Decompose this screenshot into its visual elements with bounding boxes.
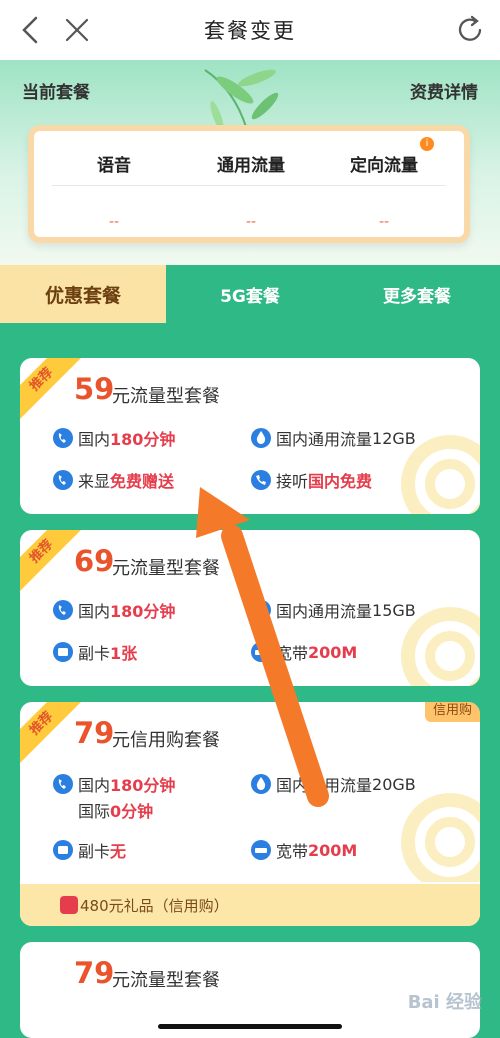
watermark-logo <box>401 793 480 882</box>
feature-highlight: 180分钟 <box>110 776 176 795</box>
watermark-text: Bai 经验 <box>407 992 482 1013</box>
feature-highlight: 180分钟 <box>110 602 176 621</box>
broadband-icon <box>251 642 271 662</box>
refresh-icon[interactable] <box>456 14 486 46</box>
phone-icon <box>53 428 73 448</box>
feature-highlight: 无 <box>110 842 127 861</box>
info-icon[interactable]: i <box>420 137 434 151</box>
plan-card-79-credit[interactable]: 推荐 信用购 79 元信用购套餐 国内 180分钟 国际 0分钟 国内通用流量 20G… <box>20 702 480 926</box>
feature-sim: 副卡 1张 <box>52 640 137 664</box>
voice-label: 语音 <box>97 156 131 176</box>
feature-text: 副卡 <box>78 644 111 663</box>
tab-more-plans[interactable]: 更多套餐 <box>334 265 500 323</box>
feature-text: 国际 <box>78 802 111 821</box>
plan-type: 元流量型套餐 <box>112 386 220 407</box>
top-bar: 套餐变更 <box>0 0 500 60</box>
gift-icon <box>60 896 78 914</box>
feature-text: 国内 <box>78 430 111 449</box>
feature-broadband: 宽带 200M <box>250 838 357 862</box>
broadband-icon <box>251 840 271 860</box>
feature-data: 国内通用流量 15GB <box>250 598 416 622</box>
feature-highlight: 200M <box>308 840 358 860</box>
feature-highlight: 20GB <box>372 774 416 794</box>
feature-highlight: 12GB <box>372 428 416 448</box>
feature-text: 宽带 <box>276 644 309 663</box>
feature-text: 国内通用流量 <box>276 430 373 449</box>
plan-summary-card: 语音 -- 通用流量 -- 定向流量 -- i <box>28 125 470 243</box>
gift-bar[interactable]: 480元礼品（信用购） <box>20 884 480 926</box>
plan-price: 69 <box>74 544 115 578</box>
current-plan-section: 当前套餐 资费详情 语音 -- 通用流量 -- 定向流量 -- i <box>0 60 500 265</box>
feature-text: 副卡 <box>78 842 111 861</box>
feature-voice: 国内 180分钟 <box>52 426 175 450</box>
close-icon[interactable] <box>62 14 92 46</box>
caller-id-icon <box>53 470 73 490</box>
current-plan-label: 当前套餐 <box>22 83 90 103</box>
general-data-label: 通用流量 <box>217 156 285 176</box>
plan-price: 59 <box>74 372 115 406</box>
feature-text: 国内 <box>78 776 111 795</box>
feature-highlight: 0分钟 <box>110 802 154 821</box>
feature-broadband: 宽带 200M <box>250 640 357 664</box>
feature-intl-voice: 国际 0分钟 <box>78 798 153 822</box>
plan-type: 元流量型套餐 <box>112 558 220 579</box>
directed-data-label: 定向流量 <box>350 156 418 176</box>
feature-answer: 接听 国内免费 <box>250 468 372 492</box>
plan-price: 79 <box>74 716 115 750</box>
phone-icon <box>53 774 73 794</box>
back-icon[interactable] <box>16 14 46 46</box>
plan-card-59[interactable]: 推荐 59 元流量型套餐 国内 180分钟 国内通用流量 12GB 来显 免费赠送 接… <box>20 358 480 514</box>
plan-type: 元流量型套餐 <box>112 970 220 991</box>
plan-card-69[interactable]: 推荐 69 元流量型套餐 国内 180分钟 国内通用流量 15GB 副卡 1张 宽带 2… <box>20 530 480 686</box>
feature-data: 国内通用流量 12GB <box>250 426 416 450</box>
feature-highlight: 免费赠送 <box>110 472 175 491</box>
feature-caller-id: 来显 免费赠送 <box>52 468 174 492</box>
page-title: 套餐变更 <box>204 19 296 43</box>
data-drop-icon <box>251 600 271 620</box>
sim-card-icon <box>53 840 73 860</box>
general-data-value: -- <box>245 214 257 230</box>
fee-details-link[interactable]: 资费详情 <box>410 78 478 103</box>
feature-data: 国内通用流量 20GB <box>250 772 416 796</box>
home-indicator[interactable] <box>158 1024 342 1029</box>
phone-icon <box>53 600 73 620</box>
feature-highlight: 200M <box>308 642 358 662</box>
credit-purchase-tag: 信用购 <box>424 702 480 722</box>
feature-text: 国内 <box>78 602 111 621</box>
feature-sim: 副卡无 <box>52 838 126 862</box>
feature-text: 国内通用流量 <box>276 602 373 621</box>
feature-highlight: 180分钟 <box>110 430 176 449</box>
feature-highlight: 国内免费 <box>308 472 373 491</box>
feature-voice: 国内 180分钟 <box>52 772 175 796</box>
plan-price: 79 <box>74 956 115 990</box>
plan-tabs: 优惠套餐 5G套餐 更多套餐 <box>0 265 500 323</box>
voice-column: 语音 -- <box>44 151 184 230</box>
feature-highlight: 15GB <box>372 600 416 620</box>
feature-text: 接听 <box>276 472 309 491</box>
answer-call-icon <box>251 470 271 490</box>
feature-voice: 国内 180分钟 <box>52 598 175 622</box>
feature-text: 国内通用流量 <box>276 776 373 795</box>
plan-type: 元信用购套餐 <box>112 730 220 751</box>
feature-text: 宽带 <box>276 842 309 861</box>
general-data-column: 通用流量 -- <box>181 151 321 230</box>
feature-highlight: 1张 <box>110 644 138 663</box>
gift-text: 480元礼品（信用购） <box>80 896 229 915</box>
divider <box>52 185 446 186</box>
voice-value: -- <box>108 214 120 230</box>
tab-5g-plans[interactable]: 5G套餐 <box>166 265 334 323</box>
directed-data-column: 定向流量 -- <box>314 151 454 230</box>
sim-card-icon <box>53 642 73 662</box>
feature-text: 来显 <box>78 472 111 491</box>
data-drop-icon <box>251 428 271 448</box>
data-drop-icon <box>251 774 271 794</box>
directed-data-value: -- <box>378 214 390 230</box>
tab-discount-plans[interactable]: 优惠套餐 <box>0 265 166 323</box>
